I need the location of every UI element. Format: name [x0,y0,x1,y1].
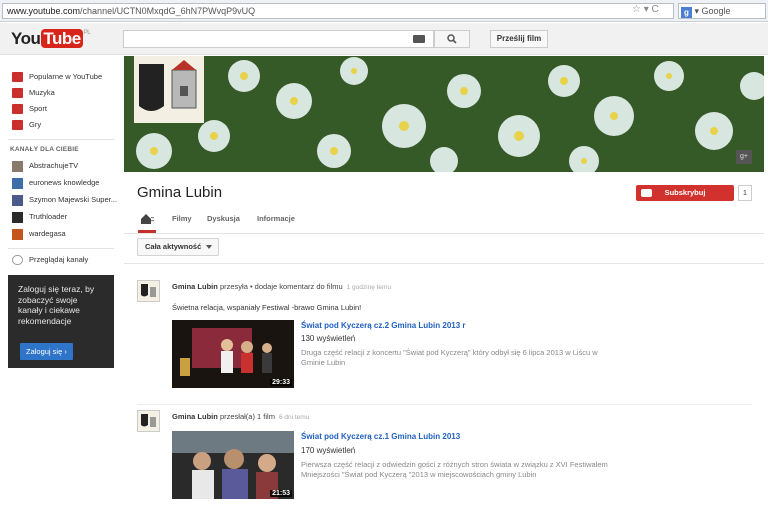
coat-of-arms-icon [141,414,156,427]
channel-thumbnail [12,194,23,206]
thumbnail-image [172,320,294,388]
divider [8,248,114,249]
video-duration: 29:33 [270,379,292,386]
signin-button[interactable]: Zaloguj się › [20,343,73,360]
channel-item[interactable]: Truthloader [12,211,67,225]
feed-header: Gmina Lubin przesłał(a) 1 film 6 dni temu [172,412,309,421]
search-icon [447,34,457,44]
timestamp: 6 dni temu [278,414,310,421]
upload-button[interactable]: Prześlij film [490,30,548,48]
nav-label: Muzyka [29,88,55,97]
channel-thumbnail [12,177,23,189]
tab-discussion[interactable]: Dyskusja [207,214,240,223]
tab-videos[interactable]: Filmy [172,214,192,223]
logo-tube: Tube [41,29,83,48]
subscribe-button[interactable]: Subskrybuj [636,185,734,201]
nav-label: Popularne w YouTube [29,72,103,81]
chevron-down-icon [206,245,212,249]
channel-banner: g+ [124,56,764,172]
activity-filter-dropdown[interactable]: Cała aktywność [137,238,219,256]
search-button[interactable] [434,30,470,48]
music-icon [12,88,23,99]
channel-title: Gmina Lubin [137,184,223,201]
channel-label: wardegasa [29,229,66,238]
video-description: Druga część relacji z koncertu "Świat po… [301,348,598,367]
channel-label: AbstrachujeTV [29,161,79,170]
channel-crest-logo[interactable] [134,56,204,123]
logo-region: PL [83,30,91,36]
thumbnail-image [172,431,294,499]
author-link[interactable]: Gmina Lubin [172,282,218,291]
banner-flowers-image [124,56,764,172]
avatar[interactable] [137,410,160,432]
search-input[interactable] [123,30,434,48]
avatar[interactable] [137,280,160,302]
coat-of-arms-icon [139,60,197,111]
keyboard-icon[interactable] [413,35,425,43]
games-icon [12,120,23,131]
youtube-play-icon [641,189,652,197]
video-thumbnail[interactable]: 21:53 [172,431,294,499]
divider [124,263,764,264]
nav-item-games[interactable]: Gry [12,119,41,133]
feed-header: Gmina Lubin przesyła • dodaje komentarz … [172,282,391,291]
channel-label: Truthloader [29,212,68,221]
feed-action: przesłał(a) 1 film [219,412,275,421]
popular-icon [12,72,23,83]
subscriber-count: 1 [738,185,752,201]
activity-filter-label: Cała aktywność [145,242,202,251]
youtube-logo[interactable]: You Tube PL [11,29,91,49]
video-title-link[interactable]: Świat pod Kyczerą cz.2 Gmina Lubin 2013 … [301,321,466,330]
bookmark-star-icon[interactable]: ☆ ▾ C [632,4,659,15]
browse-label: Przeglądaj kanały [29,255,89,264]
plus-circle-icon [12,255,23,266]
view-count: 130 wyświetleń [301,334,356,343]
feed-action: przesyła • dodaje komentarz do filmu [219,282,343,291]
video-title-link[interactable]: Świat pod Kyczerą cz.1 Gmina Lubin 2013 [301,432,460,441]
browser-toolbar: www.youtube.com/channel/UCTN0MxqdG_6hN7P… [0,0,768,22]
coat-of-arms-icon [141,284,156,297]
tab-about[interactable]: Informacje [257,214,295,223]
browser-search-box[interactable]: g ▾ Google [678,3,766,19]
nav-item-popular[interactable]: Popularne w YouTube [12,71,102,85]
channel-item[interactable]: Szymon Majewski Super... [12,194,117,208]
url-path: /channel/UCTN0MxqdG_6hN7PWvqP9vUQ [80,6,256,16]
nav-item-music[interactable]: Muzyka [12,87,55,101]
subscribe-label: Subskrybuj [664,188,706,197]
search-engine-label: Google [701,6,731,16]
channels-section-title: KANAŁY DLA CIEBIE [10,146,79,153]
channel-label: euronews knowledge [29,178,100,187]
channel-thumbnail [12,211,23,223]
channel-label: Szymon Majewski Super... [29,195,117,204]
home-icon[interactable] [140,212,154,226]
video-thumbnail[interactable]: 29:33 [172,320,294,388]
url-domain: www.youtube.com [7,6,81,16]
logo-you: You [11,29,41,48]
channel-thumbnail [12,228,23,240]
nav-label: Sport [29,104,47,113]
google-icon: g [681,7,692,18]
signin-promo: Zaloguj się teraz, by zobaczyć swoje kan… [8,275,114,368]
browse-channels-link[interactable]: Przeglądaj kanały [12,254,88,268]
signin-text: Zaloguj się teraz, by zobaczyć swoje kan… [18,284,95,326]
channel-item[interactable]: wardegasa [12,228,66,242]
divider [8,139,114,140]
channel-thumbnail [12,160,23,172]
address-bar[interactable]: www.youtube.com/channel/UCTN0MxqdG_6hN7P… [2,3,674,19]
author-link[interactable]: Gmina Lubin [172,412,218,421]
video-description: Pierwsza część relacji z odwiedzin gości… [301,460,608,479]
nav-item-sport[interactable]: Sport [12,103,47,117]
sport-icon [12,104,23,115]
channel-main: g+ Gmina Lubin Subskrybuj 1 Filmy Dyskus… [124,56,768,509]
view-count: 170 wyświetleń [301,446,356,455]
divider [124,233,764,234]
google-plus-icon[interactable]: g+ [736,150,752,164]
channel-item[interactable]: AbstrachujeTV [12,160,78,174]
timestamp: 1 godzinę temu [346,284,392,291]
video-duration: 21:53 [270,490,292,497]
comment-text: Świetna relacja, wspaniały Festiwal -bra… [172,303,362,312]
channel-item[interactable]: euronews knowledge [12,177,99,191]
divider [137,404,752,405]
nav-label: Gry [29,120,42,129]
